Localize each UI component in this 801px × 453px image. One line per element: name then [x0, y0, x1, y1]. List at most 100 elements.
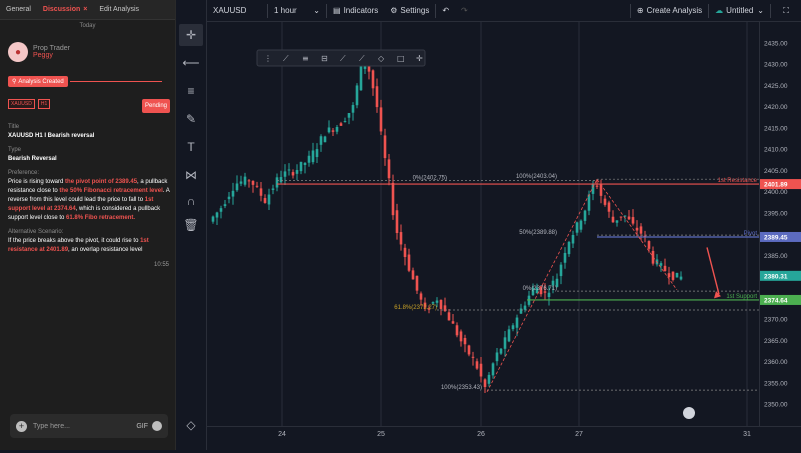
price-tick-label: 2425.00	[764, 83, 788, 90]
candle-body	[247, 180, 251, 182]
price-tick-label: 2400.00	[764, 189, 788, 196]
candle-body	[339, 123, 343, 126]
time-tick-label: 26	[477, 431, 485, 438]
candle-body	[379, 107, 383, 132]
preference-label: Preference:	[8, 170, 40, 176]
pattern-icon[interactable]: ⋈	[179, 164, 203, 186]
interval-select[interactable]: 1 hour ⌄	[268, 0, 326, 22]
close-icon[interactable]: ×	[83, 6, 87, 13]
candle-body	[407, 254, 411, 271]
indicators-button[interactable]: ▤ Indicators	[327, 0, 384, 22]
chart-canvas[interactable]: 1st ResistancePivot1st Support0%(2402.75…	[207, 22, 759, 426]
fib-label: 0%(2402.75)	[413, 175, 447, 181]
preference-text: Price is rising toward the pivot point o…	[8, 178, 170, 223]
divider	[70, 81, 162, 82]
crosshair-icon[interactable]: ✛	[179, 24, 203, 46]
candle-body	[211, 216, 215, 222]
candle-body	[359, 62, 363, 91]
chart-area[interactable]: 1st Resistance Pivot 1st Support 0%(2402.75…	[207, 22, 759, 426]
candle-body	[611, 216, 615, 223]
time-axis[interactable]: 24 25 26 27 31	[207, 426, 801, 450]
fullscreen-icon[interactable]: ⛶	[771, 0, 801, 22]
candle-body	[491, 363, 495, 376]
candle-body	[495, 352, 499, 362]
time-axis-canvas[interactable]: 24 25 26 27 31	[207, 427, 801, 451]
candle-body	[295, 170, 299, 174]
price-tag-label: 2374.64	[764, 297, 788, 304]
price-tick-label: 2350.00	[764, 402, 788, 409]
candle-body	[387, 159, 391, 179]
candle-body	[571, 234, 575, 244]
fib-label: 50%(2389.88)	[519, 230, 557, 236]
candle-body	[511, 325, 515, 330]
candle-body	[567, 241, 571, 255]
candle-body	[463, 337, 467, 345]
level-label: Pivot	[744, 231, 758, 237]
candle-body	[507, 329, 511, 342]
chat-input[interactable]	[33, 422, 137, 430]
time-tick-label: 27	[575, 431, 583, 438]
drawing-tool-icon: ⟋	[359, 54, 365, 63]
candle-body	[251, 180, 255, 185]
price-tick-label: 2395.00	[764, 210, 788, 217]
brush-icon[interactable]: ✎	[179, 108, 203, 130]
fib-label: 61.8%(2372.27)	[394, 305, 437, 311]
gif-button[interactable]: GIF	[136, 423, 148, 430]
tab-edit-analysis[interactable]: Edit Analysis	[93, 0, 145, 20]
chevron-down-icon: ⌄	[757, 6, 764, 15]
text-icon[interactable]: T	[179, 136, 203, 158]
redo-icon[interactable]: ↷	[455, 0, 474, 22]
price-axis-canvas[interactable]: 2350.002355.002360.002365.002370.002375.…	[760, 22, 801, 426]
fib-icon[interactable]: ≡	[179, 80, 203, 102]
candle-body	[255, 185, 259, 187]
layout-name: Untitled	[726, 6, 754, 15]
tab-general[interactable]: General	[0, 0, 37, 20]
candle-body	[667, 273, 671, 278]
alt-scenario-text: If the price breaks above the pivot, it …	[8, 237, 170, 255]
price-tag-label: 2401.89	[764, 182, 788, 189]
trendline-icon[interactable]: ⟵	[179, 52, 203, 74]
drawing-toolbar: ✛ ⟵ ≡ ✎ T ⋈ ∩ 🗑 ◇	[176, 0, 207, 450]
message-text: , an overlap resistance level	[68, 247, 143, 253]
settings-button[interactable]: ⚙ Settings	[384, 0, 435, 22]
price-tick-label: 2420.00	[764, 104, 788, 111]
candle-body	[395, 210, 399, 234]
avatar: ●	[8, 42, 28, 62]
plus-icon[interactable]: +	[16, 420, 27, 432]
drawing-tool-icon: ⋮	[264, 54, 272, 63]
create-analysis-button[interactable]: ⊕ Create Analysis	[631, 0, 708, 22]
candle-body	[267, 194, 271, 205]
candle-body	[663, 265, 667, 271]
drawing-tool-icon: ≡	[302, 54, 309, 63]
price-tick-label: 2435.00	[764, 40, 788, 47]
candle-body	[479, 363, 483, 377]
undo-icon[interactable]: ↶	[436, 0, 455, 22]
trader-role: Prop Trader	[33, 45, 70, 52]
candle-body	[343, 121, 347, 123]
price-axis[interactable]: 2350.002355.002360.002365.002370.002375.…	[759, 22, 801, 426]
highlight-text: 61.8% Fibo retracement.	[66, 215, 136, 221]
trash-icon[interactable]: 🗑	[179, 214, 203, 236]
type-value: Bearish Reversal	[8, 156, 57, 162]
message-text: Price is rising toward	[8, 179, 66, 185]
candle-body	[587, 194, 591, 211]
candle-body	[631, 217, 635, 224]
price-tick-label: 2415.00	[764, 125, 788, 132]
candle-body	[435, 300, 439, 303]
drawing-tool-icon: ⟋	[283, 54, 289, 63]
layout-select[interactable]: ☁ Untitled ⌄	[709, 0, 770, 22]
candle-body	[459, 331, 463, 342]
candle-body	[467, 345, 471, 355]
candle-body	[283, 171, 287, 177]
level-label: 1st Support	[726, 294, 757, 300]
symbol-button[interactable]: XAUUSD	[207, 0, 267, 22]
magnet-icon[interactable]: ∩	[179, 190, 203, 212]
emoji-icon[interactable]	[152, 421, 162, 431]
pending-button[interactable]: Pending	[142, 99, 170, 113]
message-time: 10:55	[154, 262, 170, 268]
tab-discussion[interactable]: Discussion ×	[37, 0, 93, 20]
candle-body	[635, 227, 639, 231]
candle-body	[515, 317, 519, 328]
candle-body	[659, 263, 663, 266]
layers-icon[interactable]: ◇	[179, 414, 203, 436]
